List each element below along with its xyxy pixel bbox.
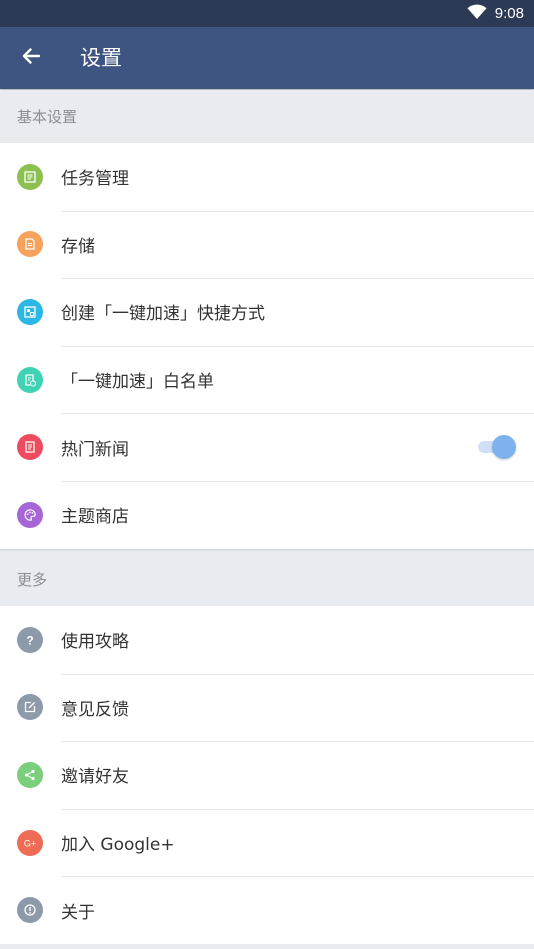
row-label: 邀请好友 [61, 767, 129, 788]
row-label: 存储 [61, 236, 95, 257]
row-storage[interactable]: 存储 [0, 210, 534, 279]
shortcut-icon [17, 298, 43, 325]
section-header-basic-settings: 基本设置 [0, 90, 534, 143]
row-label: 加入 Google+ [61, 835, 175, 856]
news-icon [17, 434, 43, 461]
page-title: 设置 [80, 46, 122, 70]
task-list-icon [17, 163, 43, 190]
google-plus-icon: G+ [17, 829, 43, 856]
row-label: 关于 [61, 902, 95, 923]
row-label: 任务管理 [61, 169, 129, 190]
arrow-left-icon [21, 46, 41, 70]
row-create-shortcut[interactable]: 创建「一键加速」快捷方式 [0, 278, 534, 346]
bottom-gutter [0, 944, 534, 949]
svg-text:?: ? [26, 633, 33, 647]
row-whitelist[interactable]: 「一键加速」白名单 [0, 345, 534, 414]
info-icon [17, 897, 43, 924]
back-button[interactable] [10, 37, 52, 79]
row-invite-friends[interactable]: 邀请好友 [0, 741, 534, 809]
row-label: 创建「一键加速」快捷方式 [61, 304, 265, 325]
settings-list-basic: 任务管理 存储 创建「一键加速」快捷方式 「一键加速」白名单 热门新闻 主题商店 [0, 143, 534, 549]
row-label: 「一键加速」白名单 [61, 372, 214, 393]
status-bar: 9:08 [0, 0, 534, 27]
storage-icon [17, 231, 43, 258]
row-label: 意见反馈 [61, 699, 129, 720]
app-bar: 设置 [0, 27, 534, 89]
share-icon [17, 761, 43, 788]
toggle-thumb [492, 435, 516, 460]
row-hot-news[interactable]: 热门新闻 [0, 413, 534, 481]
row-theme-store[interactable]: 主题商店 [0, 480, 534, 549]
whitelist-icon [17, 366, 43, 393]
feedback-icon [17, 694, 43, 721]
row-feedback[interactable]: 意见反馈 [0, 673, 534, 742]
help-icon: ? [17, 626, 43, 653]
hot-news-toggle[interactable] [478, 434, 516, 460]
palette-icon [17, 501, 43, 528]
row-label: 热门新闻 [61, 439, 129, 460]
status-time: 9:08 [494, 5, 524, 22]
settings-list-more: ? 使用攻略 意见反馈 邀请好友 G+ 加入 Google+ 关于 [0, 606, 534, 944]
row-task-management[interactable]: 任务管理 [0, 143, 534, 211]
row-join-google-plus[interactable]: G+ 加入 Google+ [0, 808, 534, 877]
row-about[interactable]: 关于 [0, 876, 534, 944]
row-label: 使用攻略 [61, 632, 129, 653]
svg-text:G+: G+ [24, 838, 36, 848]
row-user-guide[interactable]: ? 使用攻略 [0, 606, 534, 674]
row-label: 主题商店 [61, 507, 129, 528]
wifi-icon [467, 4, 487, 24]
section-header-more: 更多 [0, 553, 534, 606]
